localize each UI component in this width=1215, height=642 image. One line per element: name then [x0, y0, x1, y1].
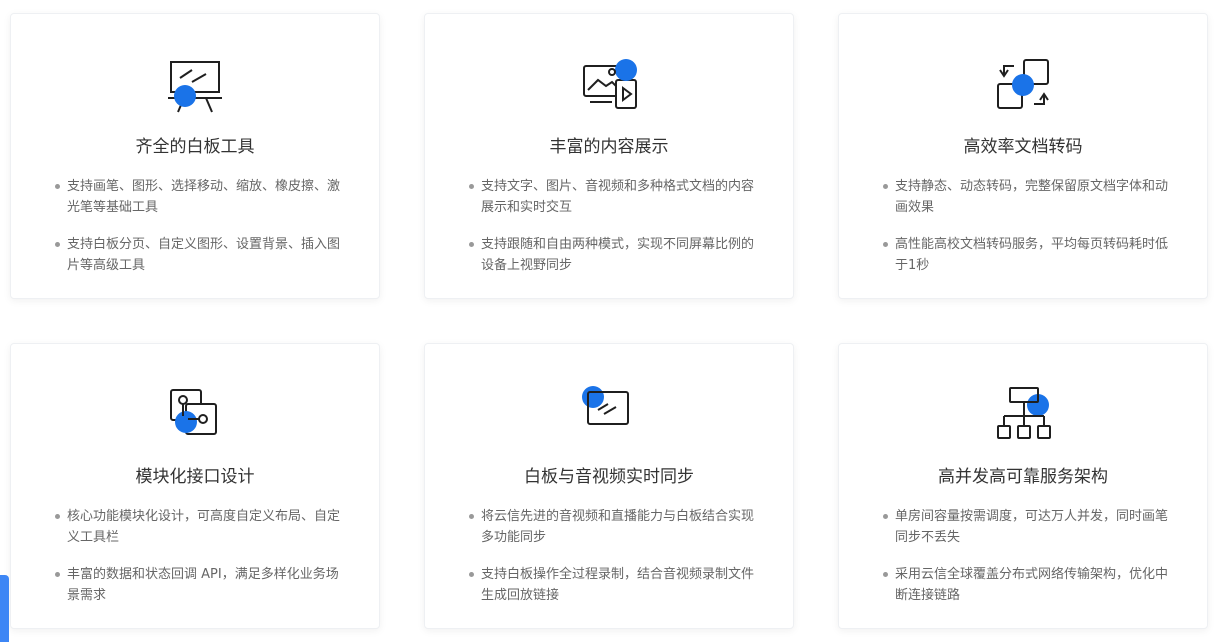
feature-item: 单房间容量按需调度，可达万人并发，同时画笔同步不丢失 — [883, 506, 1169, 548]
feature-item: 支持静态、动态转码，完整保留原文档字体和动画效果 — [883, 176, 1169, 218]
feature-item: 支持白板分页、自定义图形、设置背景、插入图片等高级工具 — [55, 234, 341, 276]
feature-card-modular-interface: 模块化接口设计 核心功能模块化设计，可高度自定义布局、自定义工具栏 丰富的数据和… — [10, 343, 380, 629]
card-title: 齐全的白板工具 — [135, 137, 255, 157]
side-float-tab[interactable] — [0, 575, 9, 642]
card-title: 高并发高可靠服务架构 — [938, 467, 1108, 487]
av-sync-icon — [580, 386, 640, 446]
feature-list: 核心功能模块化设计，可高度自定义布局、自定义工具栏 丰富的数据和状态回调 API… — [55, 506, 341, 622]
architecture-icon — [994, 386, 1054, 446]
feature-card-av-sync: 白板与音视频实时同步 将云信先进的音视频和直播能力与白板结合实现多功能同步 支持… — [424, 343, 794, 629]
card-title: 高效率文档转码 — [963, 137, 1083, 157]
feature-item: 支持画笔、图形、选择移动、缩放、橡皮擦、激光笔等基础工具 — [55, 176, 341, 218]
feature-item: 采用云信全球覆盖分布式网络传输架构，优化中断连接链路 — [883, 564, 1169, 606]
feature-list: 将云信先进的音视频和直播能力与白板结合实现多功能同步 支持白板操作全过程录制，结… — [469, 506, 755, 622]
feature-card-content-display: 丰富的内容展示 支持文字、图片、音视频和多种格式文档的内容展示和实时交互 支持跟… — [424, 13, 794, 299]
feature-card-whiteboard-tools: 齐全的白板工具 支持画笔、图形、选择移动、缩放、橡皮擦、激光笔等基础工具 支持白… — [10, 13, 380, 299]
feature-list: 支持静态、动态转码，完整保留原文档字体和动画效果 高性能高校文档转码服务，平均每… — [883, 176, 1169, 292]
feature-item: 支持跟随和自由两种模式，实现不同屏幕比例的设备上视野同步 — [469, 234, 755, 276]
feature-list: 支持画笔、图形、选择移动、缩放、橡皮擦、激光笔等基础工具 支持白板分页、自定义图… — [55, 176, 341, 292]
card-title: 模块化接口设计 — [135, 467, 255, 487]
feature-item: 支持白板操作全过程录制，结合音视频录制文件生成回放链接 — [469, 564, 755, 606]
card-title: 丰富的内容展示 — [549, 137, 669, 157]
feature-card-document-conversion: 高效率文档转码 支持静态、动态转码，完整保留原文档字体和动画效果 高性能高校文档… — [838, 13, 1208, 299]
whiteboard-icon — [166, 56, 226, 116]
feature-card-service-architecture: 高并发高可靠服务架构 单房间容量按需调度，可达万人并发，同时画笔同步不丢失 采用… — [838, 343, 1208, 629]
feature-item: 核心功能模块化设计，可高度自定义布局、自定义工具栏 — [55, 506, 341, 548]
feature-item: 丰富的数据和状态回调 API，满足多样化业务场景需求 — [55, 564, 341, 606]
feature-item: 将云信先进的音视频和直播能力与白板结合实现多功能同步 — [469, 506, 755, 548]
media-content-icon — [580, 56, 640, 116]
feature-list: 单房间容量按需调度，可达万人并发，同时画笔同步不丢失 采用云信全球覆盖分布式网络… — [883, 506, 1169, 622]
feature-item: 高性能高校文档转码服务，平均每页转码耗时低于1秒 — [883, 234, 1169, 276]
document-convert-icon — [994, 56, 1054, 116]
card-title: 白板与音视频实时同步 — [524, 467, 694, 487]
modular-interface-icon — [166, 386, 226, 446]
feature-list: 支持文字、图片、音视频和多种格式文档的内容展示和实时交互 支持跟随和自由两种模式… — [469, 176, 755, 292]
feature-item: 支持文字、图片、音视频和多种格式文档的内容展示和实时交互 — [469, 176, 755, 218]
